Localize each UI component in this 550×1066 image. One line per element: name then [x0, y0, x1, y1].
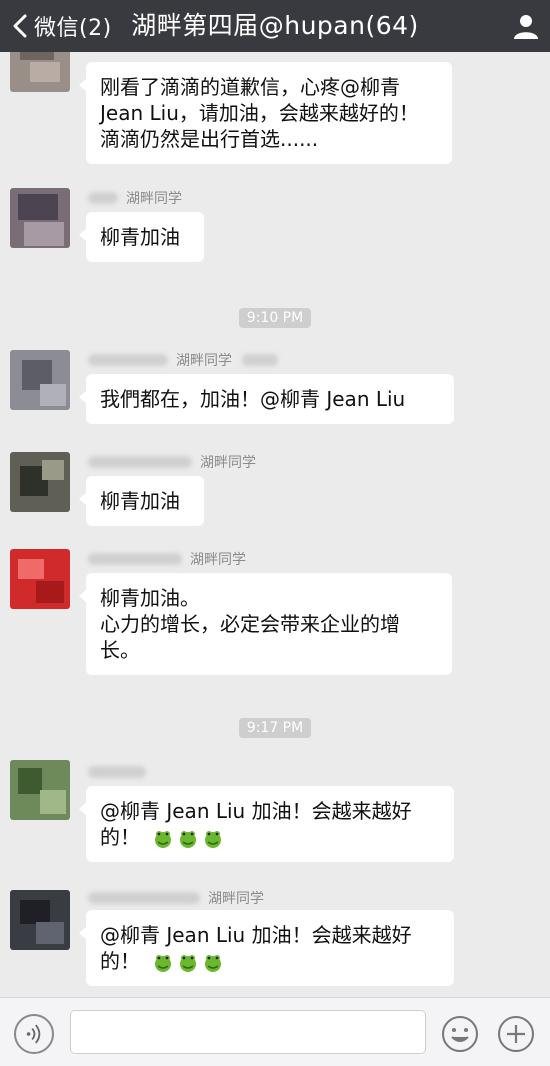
sender-meta: 湖畔同学 [88, 350, 278, 370]
green-frog-emoji [180, 954, 197, 972]
message-bubble[interactable]: 柳青加油。 心力的增长，必定会带来企业的增长。 [79, 573, 452, 675]
timestamp: 9:17 PM [0, 717, 550, 738]
group-tag: 湖畔同学 [126, 191, 182, 207]
sender-name-blurred [88, 892, 200, 904]
sender-name-blurred [88, 192, 118, 204]
group-tag: 湖畔同学 [200, 455, 256, 471]
sender-meta: 湖畔同学 [88, 188, 182, 208]
avatar[interactable] [10, 452, 70, 512]
green-frog-emoji [180, 830, 197, 848]
group-tag: 湖畔同学 [190, 552, 246, 568]
sender-name-blurred [88, 766, 146, 778]
message-text: @柳青 Jean Liu 加油！会越来越好的！ [100, 923, 412, 973]
avatar[interactable] [10, 890, 70, 950]
chat-header: 微信(2) 湖畔第四届@hupan(64) [0, 0, 550, 52]
avatar-image [10, 52, 70, 92]
message-bubble[interactable]: @柳青 Jean Liu 加油！会越来越好的！ [79, 786, 454, 862]
sender-name-blurred [88, 354, 168, 366]
sticker-row [152, 828, 224, 850]
sender-suffix-blurred [242, 354, 278, 366]
message-bubble[interactable]: @柳青 Jean Liu 加油！会越来越好的！ [79, 910, 454, 986]
plus-icon[interactable] [496, 1014, 536, 1054]
voice-icon[interactable] [14, 1014, 54, 1054]
smiley-icon[interactable] [440, 1014, 480, 1054]
timestamp-label: 9:10 PM [238, 308, 312, 328]
green-frog-emoji [155, 954, 172, 972]
avatar-image [10, 452, 70, 512]
timestamp: 9:10 PM [0, 307, 550, 328]
group-tag: 湖畔同学 [176, 353, 232, 369]
sticker-row [152, 952, 224, 974]
message-bubble[interactable]: 柳青加油 [79, 212, 204, 262]
message-list[interactable]: 刚看了滴滴的道歉信，心疼@柳青 Jean Liu，请加油，会越来越好的！滴滴仍然… [0, 52, 550, 997]
green-frog-emoji [155, 830, 172, 848]
message-bubble[interactable]: 我們都在，加油！@柳青 Jean Liu [79, 374, 454, 424]
chat-title: 湖畔第四届@hupan(64) [131, 11, 419, 40]
avatar-image [10, 760, 70, 820]
avatar[interactable] [10, 760, 70, 820]
sender-meta: 湖畔同学 [88, 452, 256, 472]
message-bubble[interactable]: 柳青加油 [79, 476, 204, 526]
green-frog-emoji [205, 954, 222, 972]
sender-name-blurred [88, 553, 182, 565]
sender-meta: 湖畔同学 [88, 888, 264, 908]
message-input[interactable] [70, 1010, 426, 1054]
avatar[interactable] [10, 188, 70, 248]
person-icon[interactable] [508, 8, 544, 44]
sender-meta [88, 762, 146, 782]
message-bubble[interactable]: 刚看了滴滴的道歉信，心疼@柳青 Jean Liu，请加油，会越来越好的！滴滴仍然… [79, 62, 452, 164]
green-frog-emoji [205, 830, 222, 848]
message-text: @柳青 Jean Liu 加油！会越来越好的！ [100, 799, 412, 849]
avatar-image [10, 890, 70, 950]
avatar[interactable] [10, 52, 70, 92]
sender-name-blurred [88, 456, 192, 468]
sender-meta: 湖畔同学 [88, 549, 246, 569]
group-tag: 湖畔同学 [208, 891, 264, 907]
avatar[interactable] [10, 350, 70, 410]
timestamp-label: 9:17 PM [238, 718, 312, 738]
avatar-image [10, 350, 70, 410]
avatar-image [10, 549, 70, 609]
avatar[interactable] [10, 549, 70, 609]
avatar-image [10, 188, 70, 248]
input-bar [0, 997, 550, 1066]
